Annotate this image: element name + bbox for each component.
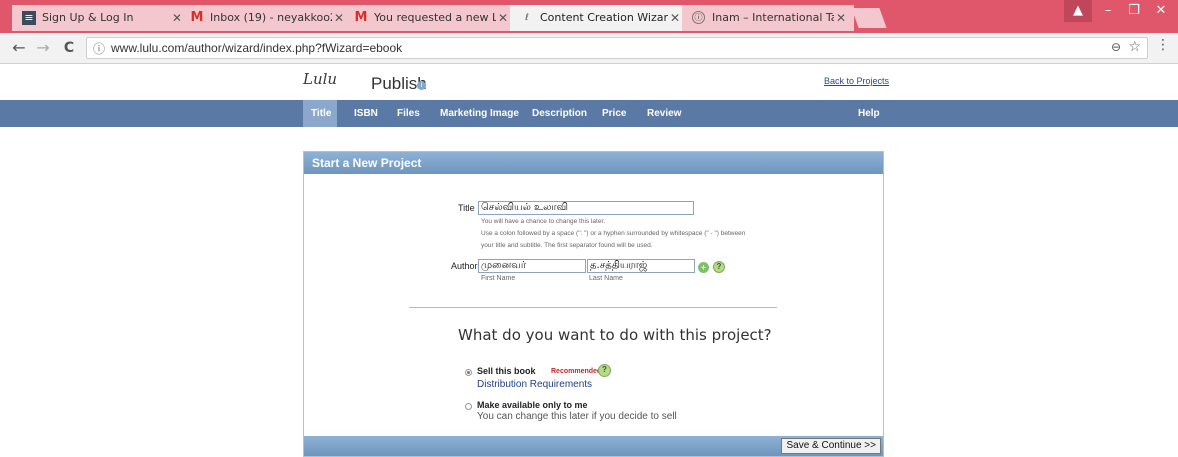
nav-help[interactable]: Help [850, 100, 888, 127]
tab-title: Sign Up & Log In [42, 11, 134, 24]
title-label: Title [458, 203, 475, 213]
recommended-badge: Recommended [551, 368, 602, 375]
tab-title: Content Creation Wizard [540, 11, 668, 24]
sell-book-radio[interactable] [465, 369, 472, 376]
nav-description[interactable]: Description [524, 100, 595, 127]
browser-tab-gmail-request[interactable]: M You requested a new Lul ✕ [344, 5, 516, 31]
nav-price[interactable]: Price [594, 100, 634, 127]
sell-help-icon[interactable]: ? [598, 364, 611, 377]
zoom-icon[interactable]: ⊖ [1111, 40, 1121, 54]
title-input[interactable]: செல்வியல் உலாவி [478, 201, 694, 215]
minimize-button[interactable]: – [1094, 0, 1122, 22]
inam-favicon-icon: ⓘ [692, 11, 705, 24]
section-divider [409, 307, 777, 308]
title-help-line-2: Use a colon followed by a space (": ") o… [481, 230, 746, 237]
nav-review[interactable]: Review [639, 100, 689, 127]
gmail-icon: M [190, 10, 204, 25]
first-name-caption: First Name [481, 275, 516, 282]
lulu-logo[interactable]: Lulu [303, 70, 337, 88]
private-label[interactable]: Make available only to me [477, 400, 588, 410]
back-to-projects-link[interactable]: Back to Projects [824, 76, 889, 86]
save-and-continue-button[interactable]: Save & Continue >> [781, 438, 881, 454]
reload-icon[interactable]: C [58, 38, 80, 58]
close-tab-icon[interactable]: ✕ [670, 5, 680, 31]
maximize-button[interactable]: ❐ [1120, 0, 1148, 22]
browser-tab-inam[interactable]: ⓘ Inam – International Tam ✕ [682, 5, 854, 31]
address-bar[interactable]: ⓘ www.lulu.com/author/wizard/index.php?f… [86, 37, 1148, 59]
site-info-icon[interactable]: ⓘ [93, 40, 105, 57]
browser-toolbar: ← → C ⓘ www.lulu.com/author/wizard/index… [0, 33, 1178, 64]
site-header [0, 64, 1178, 98]
forward-arrow-icon[interactable]: → [32, 38, 54, 58]
sell-book-label[interactable]: Sell this book [477, 366, 536, 376]
distribution-requirements-link[interactable]: Distribution Requirements [477, 379, 592, 390]
last-name-input[interactable]: த.சத்தியராஜ் [587, 259, 695, 273]
browser-tab-sign-up[interactable]: ≡ Sign Up & Log In ✕ [12, 5, 190, 31]
lulu-favicon-icon: ℓ [525, 13, 529, 23]
url-text[interactable]: www.lulu.com/author/wizard/index.php?fWi… [111, 41, 402, 55]
nav-marketing-image[interactable]: Marketing Image [432, 100, 527, 127]
browser-tab-content-creation-wizard[interactable]: ℓ Content Creation Wizard ✕ [510, 5, 688, 31]
panel-footer: Save & Continue >> [304, 436, 883, 456]
add-author-icon[interactable]: + [698, 262, 709, 273]
tab-title: Inam – International Tam [712, 11, 834, 24]
close-tab-icon[interactable]: ✕ [836, 5, 846, 31]
close-tab-icon[interactable]: ✕ [498, 5, 508, 31]
title-help-line-3: your title and subtitle. The first separ… [481, 242, 653, 249]
tab-title: Inbox (19) - neyakkoo27 [210, 11, 332, 24]
private-sublabel: You can change this later if you decide … [477, 411, 677, 422]
info-icon[interactable]: i [417, 81, 426, 90]
panel-header: Start a New Project [304, 152, 883, 174]
bookmark-star-icon[interactable]: ☆ [1128, 39, 1141, 55]
nav-isbn[interactable]: ISBN [346, 100, 386, 127]
gmail-icon: M [354, 10, 368, 25]
back-arrow-icon[interactable]: ← [8, 38, 30, 58]
last-name-caption: Last Name [589, 275, 623, 282]
title-help-line-1: You will have a chance to change this la… [481, 218, 606, 225]
close-window-button[interactable]: ✕ [1146, 0, 1176, 22]
close-tab-icon[interactable]: ✕ [334, 5, 344, 31]
private-radio[interactable] [465, 403, 472, 410]
author-label: Author [451, 261, 478, 271]
nav-title[interactable]: Title [303, 100, 337, 127]
browser-tab-gmail-inbox[interactable]: M Inbox (19) - neyakkoo27 ✕ [180, 5, 352, 31]
browser-menu-icon[interactable]: ⋮ [1156, 37, 1170, 53]
user-profile-icon[interactable]: ▲ [1064, 0, 1092, 22]
tab-title: You requested a new Lul [374, 11, 496, 24]
first-name-input[interactable]: முனைவர் [478, 259, 586, 273]
lulu-favicon-icon: ≡ [22, 11, 36, 25]
project-question: What do you want to do with this project… [458, 326, 772, 344]
nav-files[interactable]: Files [389, 100, 428, 127]
author-help-icon[interactable]: ? [713, 261, 725, 273]
panel-header-title: Start a New Project [312, 156, 422, 170]
